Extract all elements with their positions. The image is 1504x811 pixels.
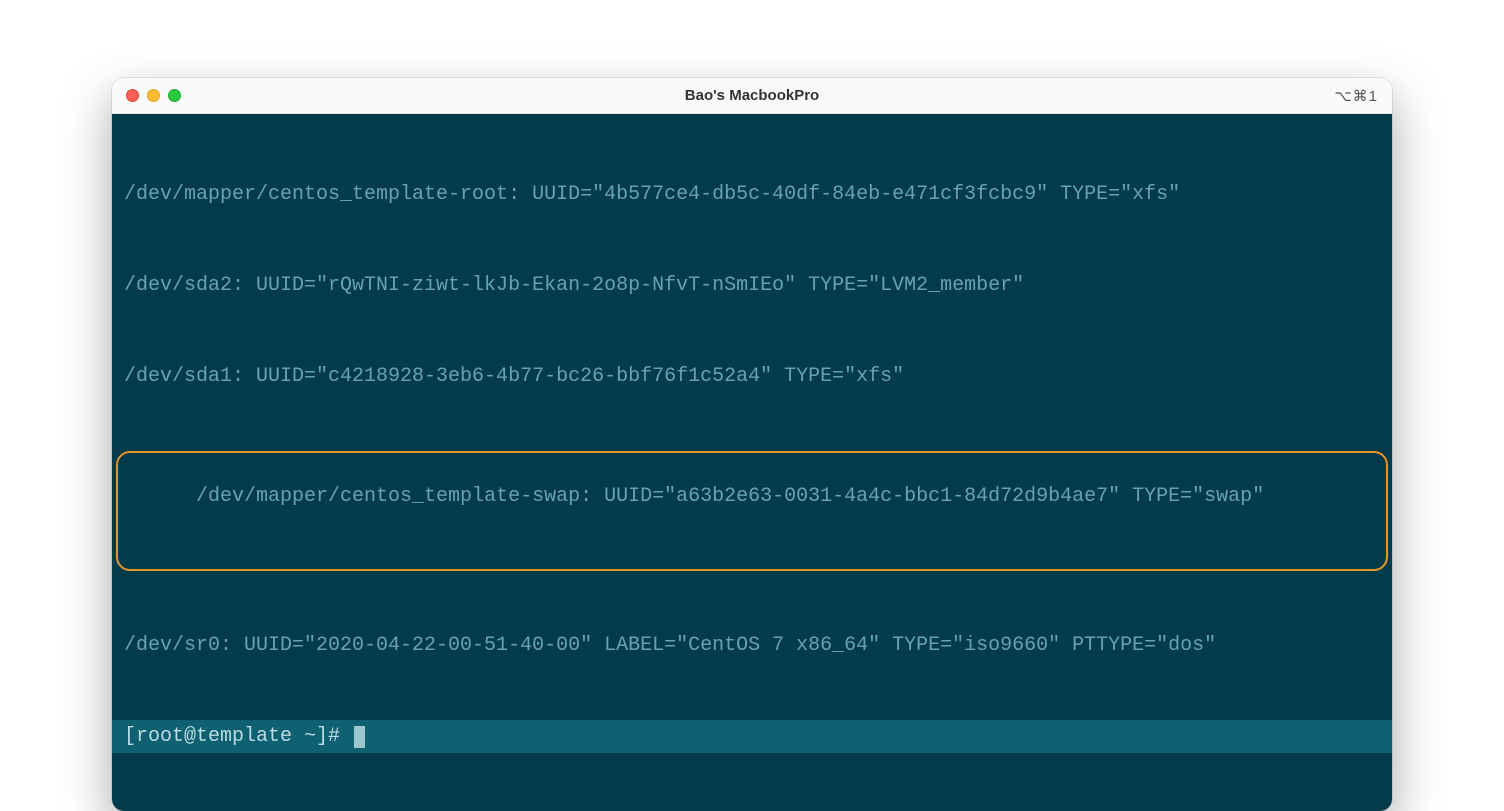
maximize-icon[interactable] bbox=[168, 89, 181, 102]
output-line-highlighted: /dev/mapper/centos_template-swap: UUID="… bbox=[112, 451, 1392, 571]
terminal-body[interactable]: /dev/mapper/centos_template-root: UUID="… bbox=[112, 114, 1392, 811]
output-line-text: /dev/mapper/centos_template-swap: UUID="… bbox=[196, 485, 1264, 508]
titlebar: Bao's MacbookPro ⌥⌘1 bbox=[112, 78, 1392, 114]
highlight-ring-icon bbox=[116, 451, 1388, 571]
window-title: Bao's MacbookPro bbox=[112, 87, 1392, 104]
close-icon[interactable] bbox=[126, 89, 139, 102]
traffic-lights bbox=[126, 89, 181, 102]
prompt-row[interactable]: [root@template ~]# bbox=[112, 720, 1392, 753]
terminal-window: Bao's MacbookPro ⌥⌘1 /dev/mapper/centos_… bbox=[112, 78, 1392, 811]
minimize-icon[interactable] bbox=[147, 89, 160, 102]
output-line: /dev/sda1: UUID="c4218928-3eb6-4b77-bc26… bbox=[112, 360, 1392, 393]
tab-shortcut-label: ⌥⌘1 bbox=[1334, 87, 1378, 105]
output-line: /dev/sr0: UUID="2020-04-22-00-51-40-00" … bbox=[112, 629, 1392, 662]
cursor-icon bbox=[354, 726, 365, 748]
prompt-text: [root@template ~]# bbox=[124, 722, 352, 751]
output-line: /dev/sda2: UUID="rQwTNI-ziwt-lkJb-Ekan-2… bbox=[112, 269, 1392, 302]
output-line: /dev/mapper/centos_template-root: UUID="… bbox=[112, 178, 1392, 211]
